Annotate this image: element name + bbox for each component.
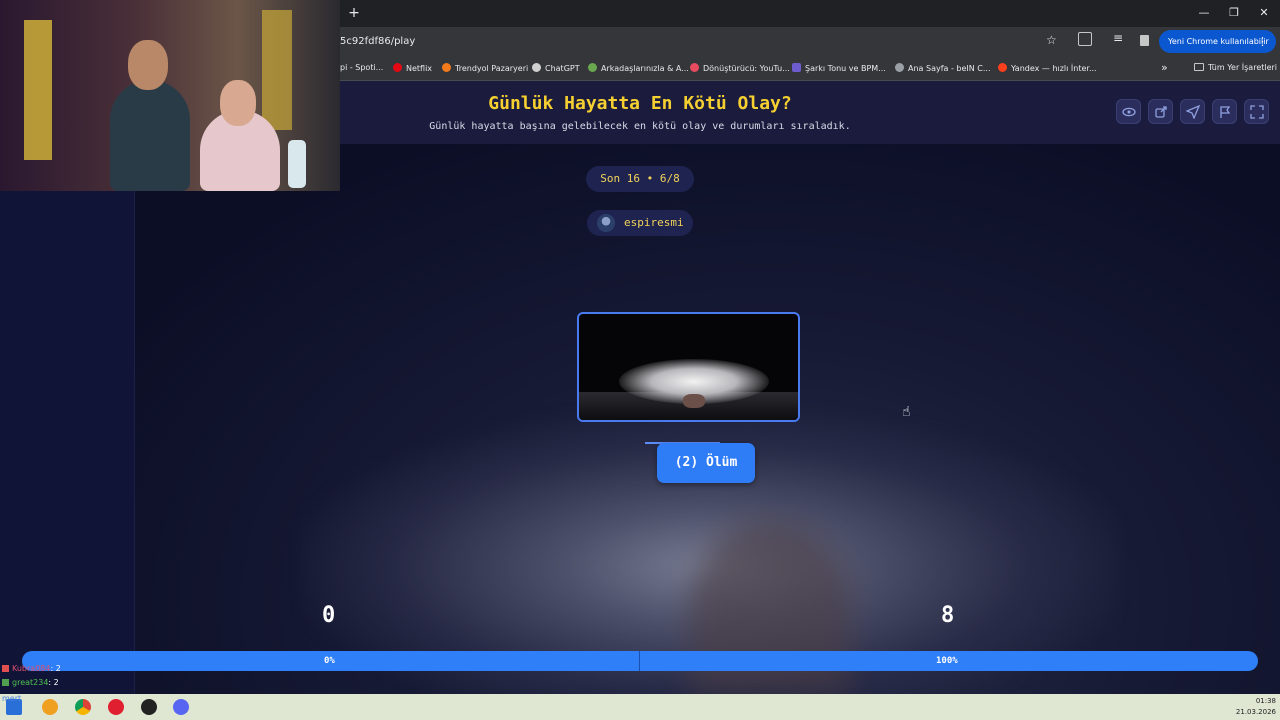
- image-hand: [683, 394, 705, 408]
- cam-person-head: [220, 80, 256, 126]
- address-bar[interactable]: 5c92fdf86/play: [340, 36, 415, 47]
- bookmark-star-icon[interactable]: ☆: [1046, 33, 1057, 47]
- fullscreen-icon[interactable]: [1244, 99, 1269, 124]
- cam-bottle: [288, 140, 306, 188]
- bookmark-item[interactable]: Yandex — hızlı İnter...: [998, 63, 1097, 73]
- chrome-icon[interactable]: [75, 699, 91, 715]
- system-clock: 01:38 21.03.2026: [1232, 696, 1276, 718]
- flag-icon[interactable]: [1212, 99, 1237, 124]
- bookmark-label: Arkadaşlarınızla & A...: [601, 64, 689, 73]
- cam-person-head: [128, 40, 168, 90]
- avatar: [597, 214, 615, 232]
- bookmark-item[interactable]: Şarkı Tonu ve BPM...: [792, 63, 886, 73]
- chat-user: great234: [12, 678, 49, 687]
- right-percentage: 100%: [936, 656, 958, 666]
- right-vote-count: 8: [941, 603, 955, 628]
- username: espiresmi: [624, 216, 684, 229]
- restore-button[interactable]: ❐: [1224, 5, 1244, 21]
- answer-button[interactable]: (2) Ölüm: [657, 443, 755, 483]
- os-taskbar: mert 01:38 21.03.2026: [0, 694, 1280, 720]
- share-icon[interactable]: [1148, 99, 1173, 124]
- extensions-icon[interactable]: [1078, 32, 1092, 46]
- netflix-icon: [393, 63, 402, 72]
- bookmark-item[interactable]: Netflix: [393, 63, 432, 73]
- delete-icon[interactable]: [1140, 35, 1149, 46]
- globe-icon: [895, 63, 904, 72]
- update-label: Yeni Chrome kullanılabilir: [1168, 37, 1269, 46]
- chat-badge-icon: [2, 665, 9, 672]
- eye-icon[interactable]: [1116, 99, 1141, 124]
- bookmark-item[interactable]: pi - Spoti...: [340, 63, 383, 72]
- answer-image-card[interactable]: [577, 312, 800, 422]
- send-icon[interactable]: [1180, 99, 1205, 124]
- round-indicator: Son 16 • 6/8: [586, 166, 694, 192]
- cam-light: [24, 20, 52, 160]
- cam-light: [262, 10, 292, 130]
- bookmark-label: pi - Spoti...: [340, 63, 384, 72]
- opera-icon[interactable]: [108, 699, 124, 715]
- left-vote-count: 0: [322, 603, 336, 628]
- menu-dots-icon[interactable]: ⋮: [1257, 30, 1268, 53]
- games-icon: [588, 63, 597, 72]
- app-icon[interactable]: [42, 699, 58, 715]
- mouse-cursor-icon: ☝: [902, 404, 911, 420]
- yandex-icon: [998, 63, 1007, 72]
- chat-user: Kubra084: [12, 664, 51, 673]
- bookmark-item[interactable]: Arkadaşlarınızla & A...: [588, 63, 689, 73]
- clock-time: 01:38: [1255, 697, 1276, 705]
- clock-date: 21.03.2026: [1235, 708, 1276, 716]
- app-icon[interactable]: [141, 699, 157, 715]
- bookmark-label: Dönüştürücü: YouTu...: [703, 64, 790, 73]
- new-tab-button[interactable]: +: [346, 4, 362, 22]
- discord-icon[interactable]: [173, 699, 189, 715]
- close-button[interactable]: ✕: [1254, 5, 1274, 21]
- chat-text: : 2: [50, 664, 61, 673]
- bookmark-label: Şarkı Tonu ve BPM...: [805, 64, 886, 73]
- bookmark-item[interactable]: Ana Sayfa - beIN C...: [895, 63, 991, 73]
- bookmark-item[interactable]: Trendyol Pazaryeri: [442, 63, 528, 73]
- media-control-icon[interactable]: ≡: [1113, 31, 1123, 45]
- webcam-overlay: [0, 0, 340, 191]
- left-side-panel: [0, 190, 135, 694]
- bookmark-label: ChatGPT: [545, 64, 580, 73]
- bookmark-label: Yandex — hızlı İnter...: [1011, 64, 1097, 73]
- converter-icon: [690, 63, 699, 72]
- chatgpt-icon: [532, 63, 541, 72]
- bookmarks-overflow-button[interactable]: »: [1161, 61, 1168, 74]
- bookmark-item[interactable]: ChatGPT: [532, 63, 580, 73]
- left-percentage: 0%: [324, 656, 335, 666]
- bpm-icon: [792, 63, 801, 72]
- folder-label: Tüm Yer İşaretleri: [1208, 63, 1278, 72]
- stream-chat-overlay: Kubra084: 2 great234: 2: [0, 664, 240, 694]
- chat-user: mert: [2, 694, 22, 703]
- user-badge: espiresmi: [587, 210, 693, 236]
- bar-divider: [639, 651, 640, 671]
- chat-message: Kubra084: 2: [2, 664, 61, 673]
- chat-badge-icon: [2, 679, 9, 686]
- chat-text: : 2: [48, 678, 59, 687]
- chrome-update-button[interactable]: Yeni Chrome kullanılabilir ⋮: [1159, 30, 1276, 53]
- folder-icon: [1194, 63, 1204, 71]
- minimize-button[interactable]: —: [1194, 5, 1214, 21]
- all-bookmarks-folder[interactable]: Tüm Yer İşaretleri: [1194, 63, 1277, 72]
- trendyol-icon: [442, 63, 451, 72]
- chat-message: great234: 2: [2, 678, 59, 687]
- bookmark-label: Ana Sayfa - beIN C...: [908, 64, 991, 73]
- cam-person: [110, 80, 190, 191]
- bookmark-label: Netflix: [406, 64, 433, 73]
- chat-message: mert: [2, 694, 21, 703]
- bookmark-item[interactable]: Dönüştürücü: YouTu...: [690, 63, 790, 73]
- bookmark-label: Trendyol Pazaryeri: [455, 64, 529, 73]
